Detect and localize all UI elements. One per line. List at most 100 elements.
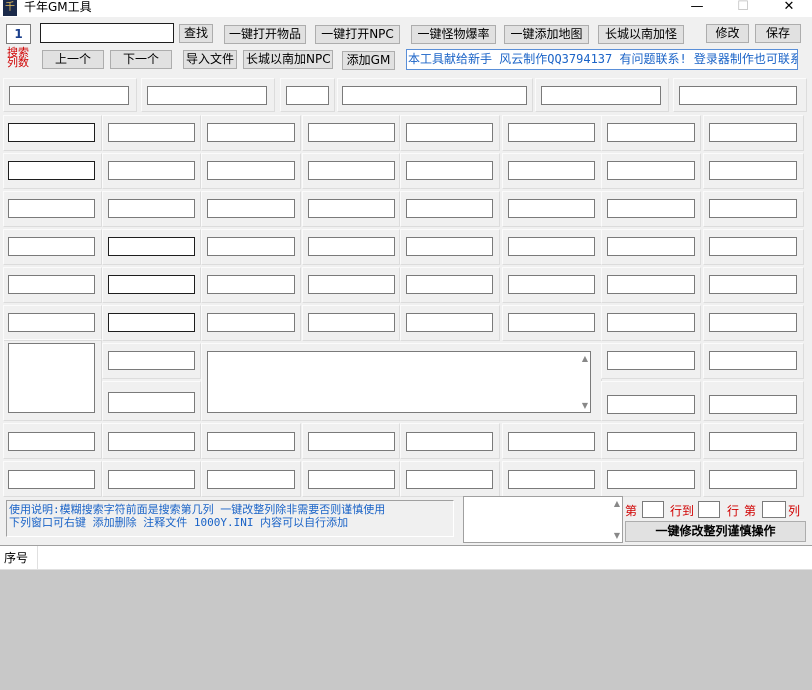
field-input[interactable]	[308, 275, 395, 294]
field-input[interactable]	[679, 86, 797, 105]
add-map-button[interactable]: 一键添加地图	[504, 25, 589, 44]
field-input[interactable]	[108, 123, 195, 142]
field-input[interactable]	[508, 313, 595, 332]
field-input[interactable]	[207, 237, 295, 256]
notes-textarea[interactable]: ▲ ▼	[207, 351, 591, 413]
field-input[interactable]	[607, 470, 695, 489]
field-input[interactable]	[508, 432, 595, 451]
field-input[interactable]	[607, 395, 695, 414]
field-input[interactable]	[607, 161, 695, 180]
search-column-number[interactable]: 1	[6, 24, 31, 44]
field-input[interactable]	[709, 237, 797, 256]
field-input[interactable]	[342, 86, 527, 105]
field-input[interactable]	[108, 351, 195, 370]
field-input[interactable]	[406, 161, 493, 180]
field-input[interactable]	[607, 123, 695, 142]
column-header-index[interactable]: 序号	[0, 546, 38, 570]
field-input[interactable]	[308, 432, 395, 451]
field-input[interactable]	[207, 432, 295, 451]
field-input[interactable]	[8, 237, 95, 256]
field-input[interactable]	[406, 237, 493, 256]
field-input[interactable]	[406, 199, 493, 218]
south-great-wall-npc-button[interactable]: 长城以南加NPC	[243, 50, 333, 69]
field-input[interactable]	[508, 275, 595, 294]
field-input[interactable]	[607, 199, 695, 218]
field-input[interactable]	[607, 275, 695, 294]
field-input[interactable]	[709, 351, 797, 370]
field-input[interactable]	[8, 199, 95, 218]
field-input[interactable]	[8, 161, 95, 180]
field-input[interactable]	[108, 161, 195, 180]
maximize-button[interactable]: ☐	[720, 0, 766, 16]
field-input[interactable]	[108, 432, 195, 451]
field-input[interactable]	[8, 123, 95, 142]
field-input[interactable]	[541, 86, 661, 105]
scroll-up-icon[interactable]: ▲	[582, 354, 588, 363]
field-input[interactable]	[308, 161, 395, 180]
batch-notes-textarea[interactable]: ▲ ▼	[463, 496, 623, 543]
column-input[interactable]	[762, 501, 786, 518]
field-input[interactable]	[308, 313, 395, 332]
field-input[interactable]	[308, 237, 395, 256]
field-input[interactable]	[108, 470, 195, 489]
field-input[interactable]	[207, 275, 295, 294]
field-input[interactable]	[286, 86, 329, 105]
from-row-input[interactable]	[642, 501, 664, 518]
image-field[interactable]	[8, 343, 95, 413]
field-input[interactable]	[9, 86, 129, 105]
field-input[interactable]	[108, 199, 195, 218]
field-input[interactable]	[607, 313, 695, 332]
field-input[interactable]	[709, 470, 797, 489]
field-input[interactable]	[709, 395, 797, 414]
field-input[interactable]	[207, 313, 295, 332]
field-input[interactable]	[406, 313, 493, 332]
minimize-button[interactable]: —	[674, 0, 720, 16]
field-input[interactable]	[607, 432, 695, 451]
scroll-down-icon[interactable]: ▼	[614, 531, 620, 540]
search-input[interactable]	[40, 23, 174, 43]
field-input[interactable]	[508, 237, 595, 256]
south-great-wall-monster-button[interactable]: 长城以南加怪	[598, 25, 684, 44]
field-input[interactable]	[108, 313, 195, 332]
field-input[interactable]	[607, 237, 695, 256]
monster-drop-rate-button[interactable]: 一键怪物爆率	[411, 25, 496, 44]
add-gm-button[interactable]: 添加GM	[342, 51, 395, 70]
field-input[interactable]	[108, 237, 195, 256]
field-input[interactable]	[709, 313, 797, 332]
next-button[interactable]: 下一个	[110, 50, 172, 69]
close-button[interactable]: ✕	[766, 0, 812, 16]
field-input[interactable]	[308, 199, 395, 218]
import-file-button[interactable]: 导入文件	[183, 50, 237, 69]
field-input[interactable]	[207, 123, 295, 142]
field-input[interactable]	[406, 123, 493, 142]
modify-button[interactable]: 修改	[706, 24, 749, 43]
field-input[interactable]	[207, 161, 295, 180]
scroll-up-icon[interactable]: ▲	[614, 499, 620, 508]
field-input[interactable]	[8, 313, 95, 332]
field-input[interactable]	[508, 199, 595, 218]
field-input[interactable]	[406, 432, 493, 451]
field-input[interactable]	[207, 470, 295, 489]
field-input[interactable]	[406, 470, 493, 489]
field-input[interactable]	[709, 432, 797, 451]
field-input[interactable]	[406, 275, 493, 294]
to-row-input[interactable]	[698, 501, 720, 518]
search-button[interactable]: 查找	[179, 24, 213, 43]
field-input[interactable]	[709, 199, 797, 218]
field-input[interactable]	[8, 470, 95, 489]
field-input[interactable]	[308, 470, 395, 489]
field-input[interactable]	[508, 470, 595, 489]
open-items-button[interactable]: 一键打开物品	[224, 25, 306, 44]
previous-button[interactable]: 上一个	[42, 50, 104, 69]
open-npc-button[interactable]: 一键打开NPC	[315, 25, 400, 44]
field-input[interactable]	[508, 123, 595, 142]
field-input[interactable]	[308, 123, 395, 142]
save-button[interactable]: 保存	[755, 24, 801, 43]
scroll-down-icon[interactable]: ▼	[582, 401, 588, 410]
field-input[interactable]	[709, 123, 797, 142]
field-input[interactable]	[147, 86, 267, 105]
field-input[interactable]	[607, 351, 695, 370]
field-input[interactable]	[108, 392, 195, 413]
field-input[interactable]	[108, 275, 195, 294]
field-input[interactable]	[8, 432, 95, 451]
